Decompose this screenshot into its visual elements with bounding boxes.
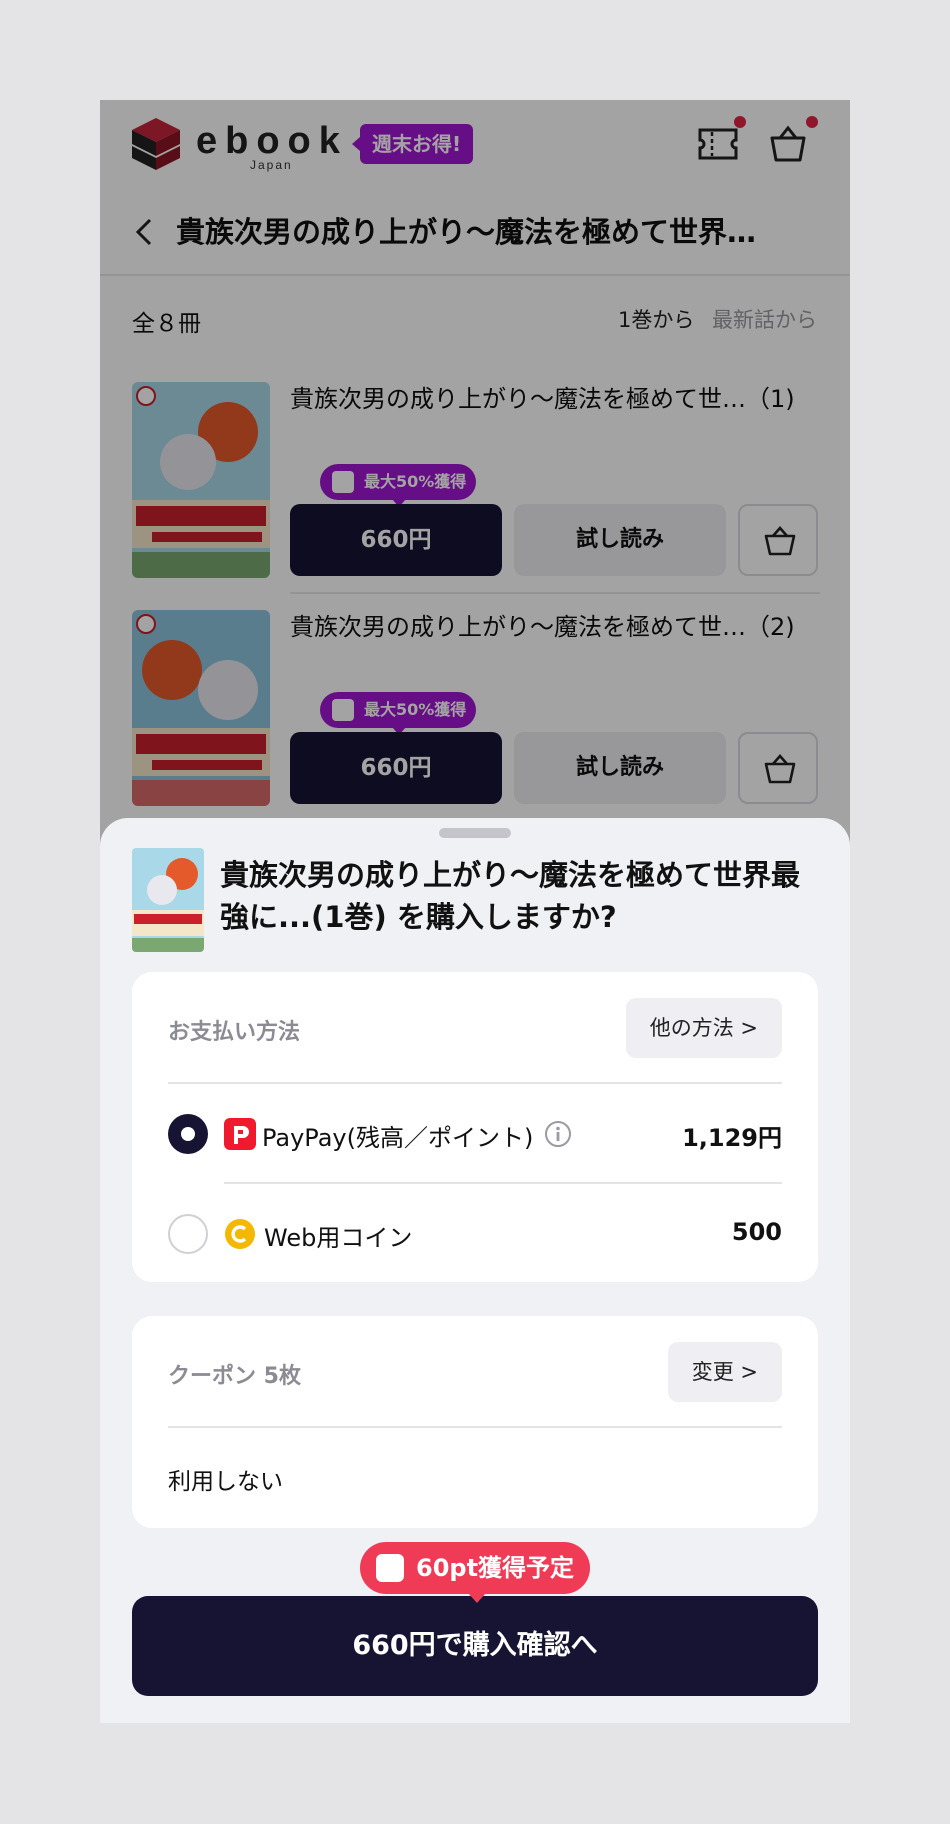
web-coin-balance: 500: [731, 1218, 782, 1246]
paypay-balance: 1,129円: [682, 1124, 782, 1152]
confirm-purchase-button[interactable]: 660円で購入確認へ: [132, 1596, 818, 1696]
payment-method-card: お支払い方法 他の方法 > PayPay(残高／ポイント) 1,129円 Web…: [132, 972, 818, 1282]
points-earn-badge: 60pt獲得予定: [360, 1542, 591, 1603]
info-icon[interactable]: [544, 1120, 572, 1148]
payment-method-label: お支払い方法: [168, 1020, 301, 1045]
coupon-label: クーポン 5枚: [168, 1364, 301, 1389]
web-coin-label[interactable]: Web用コイン: [264, 1218, 412, 1253]
sheet-grabber[interactable]: [439, 828, 511, 838]
paypay-icon: [376, 1554, 404, 1582]
web-coin-radio[interactable]: [168, 1214, 208, 1254]
other-method-button[interactable]: 他の方法 >: [625, 998, 782, 1058]
coin-icon: [225, 1219, 255, 1249]
app-screen: ebook Japan 週末お得! 貴族次男の成り上がり〜魔法を極めて世界… 全…: [100, 100, 850, 1723]
change-coupon-button[interactable]: 変更 >: [667, 1342, 782, 1402]
coupon-card: クーポン 5枚 変更 > 利用しない: [132, 1316, 818, 1528]
paypay-radio[interactable]: [168, 1114, 208, 1154]
paypay-label[interactable]: PayPay(残高／ポイント): [262, 1118, 533, 1153]
points-earn-label: 60pt獲得予定: [416, 1554, 575, 1582]
divider: [168, 1082, 782, 1084]
coupon-value: 利用しない: [168, 1469, 283, 1495]
book-cover-thumbnail: [132, 848, 204, 952]
divider: [224, 1182, 782, 1184]
sheet-title: 貴族次男の成り上がり〜魔法を極めて世界最強に...(1巻) を購入しますか?: [220, 858, 801, 934]
divider: [168, 1426, 782, 1428]
paypay-icon: [224, 1118, 256, 1150]
